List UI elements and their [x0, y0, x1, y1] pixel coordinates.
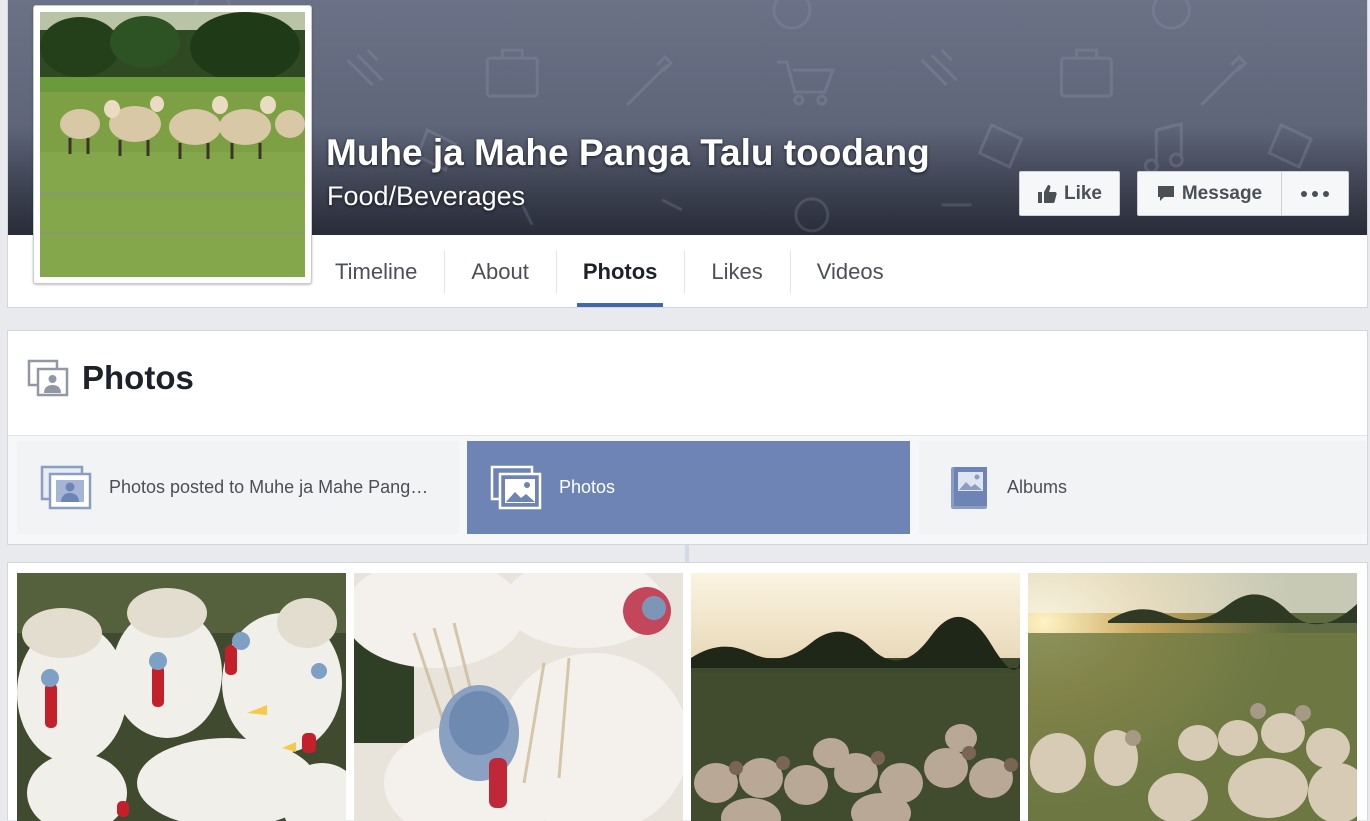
tab-albums-label: Albums: [1007, 477, 1068, 497]
page-title: Muhe ja Mahe Panga Talu toodang: [326, 132, 930, 173]
page-category[interactable]: Food/Beverages: [327, 181, 525, 212]
profile-photo-sheep: [40, 12, 305, 277]
tab-photos[interactable]: Photos: [467, 441, 910, 534]
photos-section: Photos Photos posted to Muhe ja Mahe Pan…: [7, 330, 1368, 545]
section-connector: [685, 545, 689, 563]
tagged-photos-icon: [40, 465, 92, 509]
tab-photos-of-page[interactable]: Photos posted to Muhe ja Mahe Panga Talu…: [17, 441, 459, 534]
album-icon: [951, 466, 987, 509]
photo-grid: [7, 562, 1368, 821]
more-button[interactable]: [1281, 171, 1349, 216]
tab-albums[interactable]: Albums: [919, 441, 1366, 534]
photo-thumbnail-turkey-closeup[interactable]: [354, 573, 683, 821]
photos-icon: [490, 465, 542, 509]
tab-photos-of-page-label: Photos posted to Muhe ja Mahe Panga Talu…: [109, 477, 434, 497]
page-header: Muhe ja Mahe Panga Talu toodang Food/Bev…: [7, 0, 1368, 308]
nav-photos[interactable]: Photos: [555, 237, 685, 307]
nav-timeline[interactable]: Timeline: [335, 237, 444, 307]
like-button[interactable]: Like: [1019, 171, 1120, 216]
nav-about[interactable]: About: [444, 237, 556, 307]
profile-picture[interactable]: [33, 5, 312, 284]
message-button[interactable]: Message: [1137, 171, 1282, 216]
nav-videos[interactable]: Videos: [789, 237, 911, 307]
more-dots-icon: [1301, 190, 1329, 197]
photo-thumbnail-turkeys[interactable]: [17, 573, 346, 821]
photo-thumbnail-sheep-sunset[interactable]: [691, 573, 1020, 821]
message-label: Message: [1181, 182, 1263, 204]
tab-photos-label: Photos: [559, 477, 616, 497]
like-label: Like: [1063, 182, 1103, 204]
photos-section-icon: [27, 359, 69, 397]
message-icon: [1157, 185, 1174, 201]
page-nav: Timeline About Photos Likes Videos: [335, 237, 911, 307]
thumbs-up-icon: [1037, 185, 1057, 203]
photos-title: Photos: [82, 359, 194, 396]
nav-likes[interactable]: Likes: [684, 237, 789, 307]
photo-tabs: Photos posted to Muhe ja Mahe Panga Talu…: [8, 436, 1367, 544]
photos-header: Photos: [8, 331, 1367, 436]
photo-thumbnail-sheep-sunrise[interactable]: [1028, 573, 1357, 821]
